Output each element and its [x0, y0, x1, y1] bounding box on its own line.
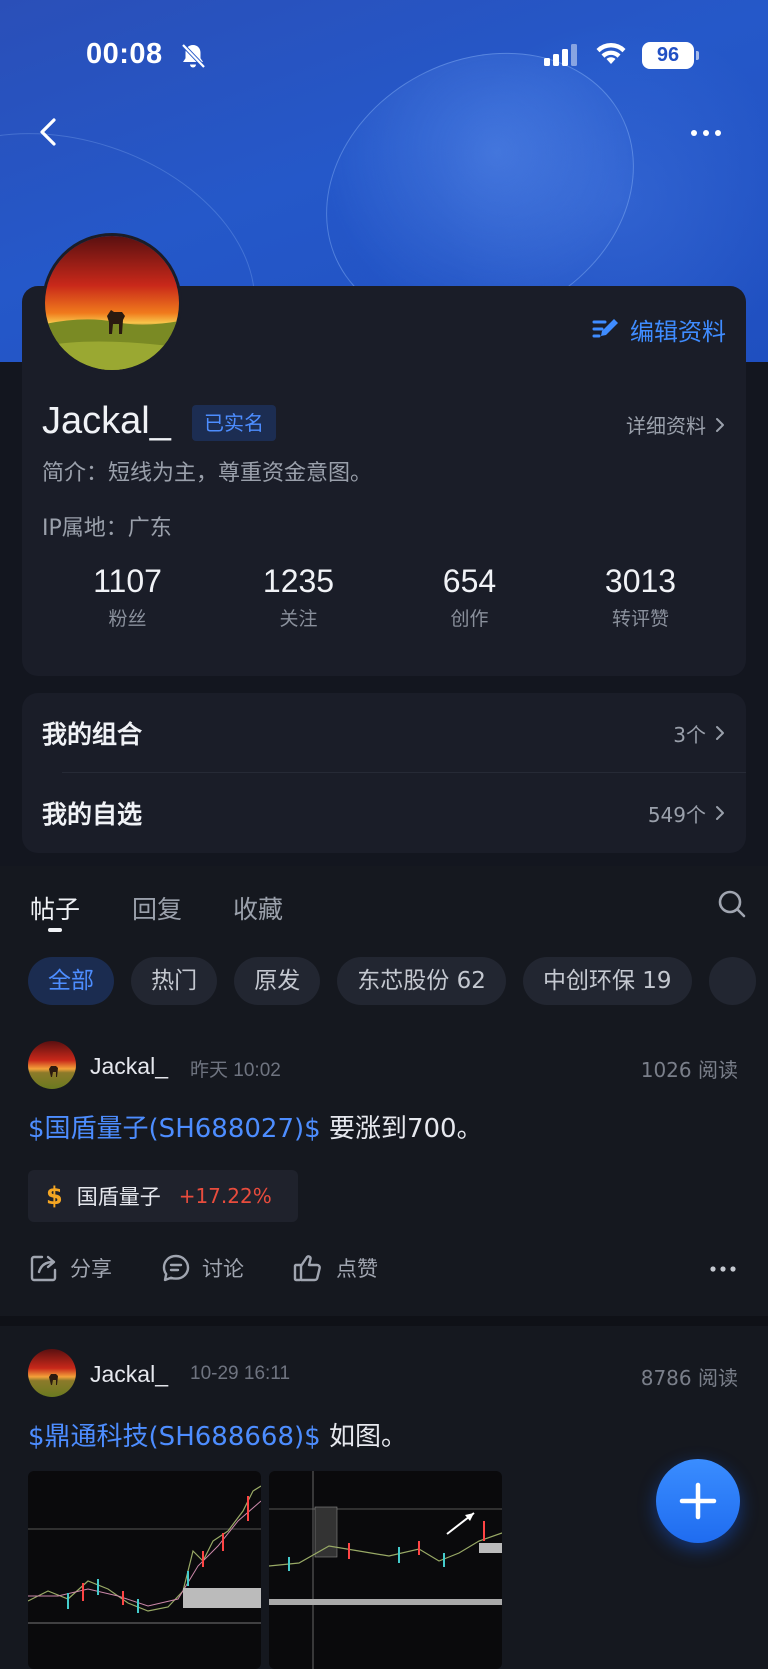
bell-muted-icon	[180, 42, 206, 74]
battery-indicator: 96	[642, 42, 699, 69]
post-stock-tag[interactable]: $鼎通科技(SH688668)$	[28, 1422, 321, 1452]
verified-badge: 已实名	[192, 405, 276, 441]
post-content[interactable]: $鼎通科技(SH688668)$ 如图。	[28, 1416, 407, 1453]
stat-label: 关注	[279, 608, 318, 630]
chip-original[interactable]: 原发	[234, 957, 321, 1005]
candlestick-chart-image	[269, 1471, 502, 1669]
stat-label: 创作	[450, 608, 489, 630]
create-post-button[interactable]	[656, 1459, 740, 1543]
post-filter-chips: 全部 热门 原发 东芯股份 62 中创环保 19	[28, 957, 768, 1005]
list-row-title: 我的组合	[42, 720, 143, 749]
post-author-avatar[interactable]	[28, 1349, 76, 1397]
share-icon	[30, 1255, 57, 1282]
chevron-left-icon	[40, 118, 56, 146]
like-button[interactable]: 点赞	[292, 1252, 378, 1284]
stat-value: 1235	[262, 563, 335, 599]
post-text: 如图。	[320, 1422, 407, 1452]
stat-label: 粉丝	[108, 608, 147, 630]
stat-value: 1107	[93, 563, 162, 599]
post-read-count: 8786 阅读	[640, 1366, 738, 1390]
post-image-thumbnail[interactable]	[269, 1471, 502, 1669]
active-tab-indicator	[48, 928, 62, 932]
list-row-title: 我的自选	[42, 800, 143, 829]
profile-bio: 简介：短线为主，尊重资金意图。	[42, 461, 373, 486]
more-options-button[interactable]	[688, 118, 724, 148]
edit-icon	[592, 318, 618, 337]
stock-name: 国盾量子	[76, 1185, 161, 1209]
like-label: 点赞	[336, 1257, 378, 1281]
share-button[interactable]: 分享	[28, 1252, 112, 1284]
ip-location: IP属地：广东	[42, 516, 172, 541]
profile-details-link[interactable]: 详细资料	[626, 410, 726, 439]
profile-stats: 1107 粉丝 1235 关注 654 创作 3013 转评赞	[42, 563, 726, 631]
status-time: 00:08	[86, 38, 163, 70]
tab-replies[interactable]: 回复	[132, 890, 182, 926]
username: Jackal_	[42, 400, 171, 442]
stat-followers[interactable]: 1107 粉丝	[42, 563, 213, 631]
dollar-icon: $	[46, 1182, 63, 1210]
comment-icon	[162, 1254, 190, 1282]
chip-stock-dongxin[interactable]: 东芯股份 62	[337, 957, 506, 1005]
edit-profile-label: 编辑资料	[630, 318, 726, 346]
tab-favorites[interactable]: 收藏	[233, 890, 283, 926]
ellipsis-icon	[691, 130, 721, 136]
stat-value: 654	[442, 563, 497, 599]
wolf-sunset-avatar	[28, 1041, 76, 1089]
post-image-thumbnail[interactable]	[28, 1471, 261, 1669]
share-label: 分享	[70, 1257, 112, 1281]
post-author[interactable]: Jackal_	[90, 1361, 168, 1388]
candlestick-chart-image	[28, 1485, 261, 1624]
wifi-icon	[594, 40, 628, 70]
chip-all[interactable]: 全部	[28, 957, 114, 1005]
post-author-avatar[interactable]	[28, 1041, 76, 1089]
chevron-right-icon	[716, 726, 724, 740]
comment-label: 讨论	[202, 1257, 244, 1281]
stock-change: +17.22%	[178, 1184, 272, 1208]
back-button[interactable]	[30, 112, 70, 152]
stat-value: 3013	[604, 563, 677, 599]
wolf-sunset-avatar	[28, 1349, 76, 1397]
chip-overflow[interactable]	[708, 957, 756, 1005]
tab-posts[interactable]: 帖子	[30, 890, 80, 926]
ellipsis-icon	[710, 1266, 736, 1272]
stat-label: 转评赞	[611, 608, 669, 630]
post-separator	[0, 1316, 768, 1326]
my-watchlist-row[interactable]: 我的自选 549个	[42, 773, 726, 853]
post-text: 要涨到700。	[320, 1114, 483, 1144]
thumbs-up-icon	[293, 1255, 321, 1282]
stat-creations[interactable]: 654 创作	[384, 563, 555, 631]
stat-interactions[interactable]: 3013 转评赞	[555, 563, 726, 631]
wolf-sunset-avatar	[45, 236, 179, 370]
post-read-count: 1026 阅读	[640, 1058, 738, 1082]
post-content[interactable]: $国盾量子(SH688027)$ 要涨到700。	[28, 1108, 483, 1145]
status-bar: 00:08 96	[0, 0, 768, 110]
edit-profile-button[interactable]: 编辑资料	[592, 312, 726, 347]
post-more-button[interactable]	[710, 1258, 736, 1277]
comment-button[interactable]: 讨论	[160, 1252, 244, 1284]
profile-details-label: 详细资料	[626, 414, 706, 438]
list-row-count: 549个	[647, 802, 706, 827]
post-author[interactable]: Jackal_	[90, 1053, 168, 1080]
post-stock-tag[interactable]: $国盾量子(SH688027)$	[28, 1114, 321, 1144]
search-icon	[718, 890, 746, 918]
chip-stock-zhongchuang[interactable]: 中创环保 19	[522, 957, 692, 1005]
post-time: 10-29 16:11	[190, 1363, 291, 1384]
chip-hot[interactable]: 热门	[131, 957, 218, 1005]
search-button[interactable]	[716, 888, 748, 924]
my-portfolios-row[interactable]: 我的组合 3个	[42, 693, 746, 773]
plus-icon	[679, 1482, 717, 1520]
stock-quote-chip[interactable]: $ 国盾量子 +17.22%	[28, 1170, 298, 1222]
chevron-right-icon	[716, 806, 724, 820]
post-actions: 分享 讨论 点赞	[28, 1248, 740, 1288]
stat-following[interactable]: 1235 关注	[213, 563, 384, 631]
list-row-count: 3个	[673, 722, 706, 747]
avatar[interactable]	[42, 233, 182, 373]
chevron-right-icon	[716, 417, 724, 432]
post-time: 昨天 10:02	[190, 1060, 281, 1081]
portfolio-list-card: 我的组合 3个 我的自选 549个	[22, 693, 746, 853]
cellular-signal-icon	[544, 44, 580, 70]
